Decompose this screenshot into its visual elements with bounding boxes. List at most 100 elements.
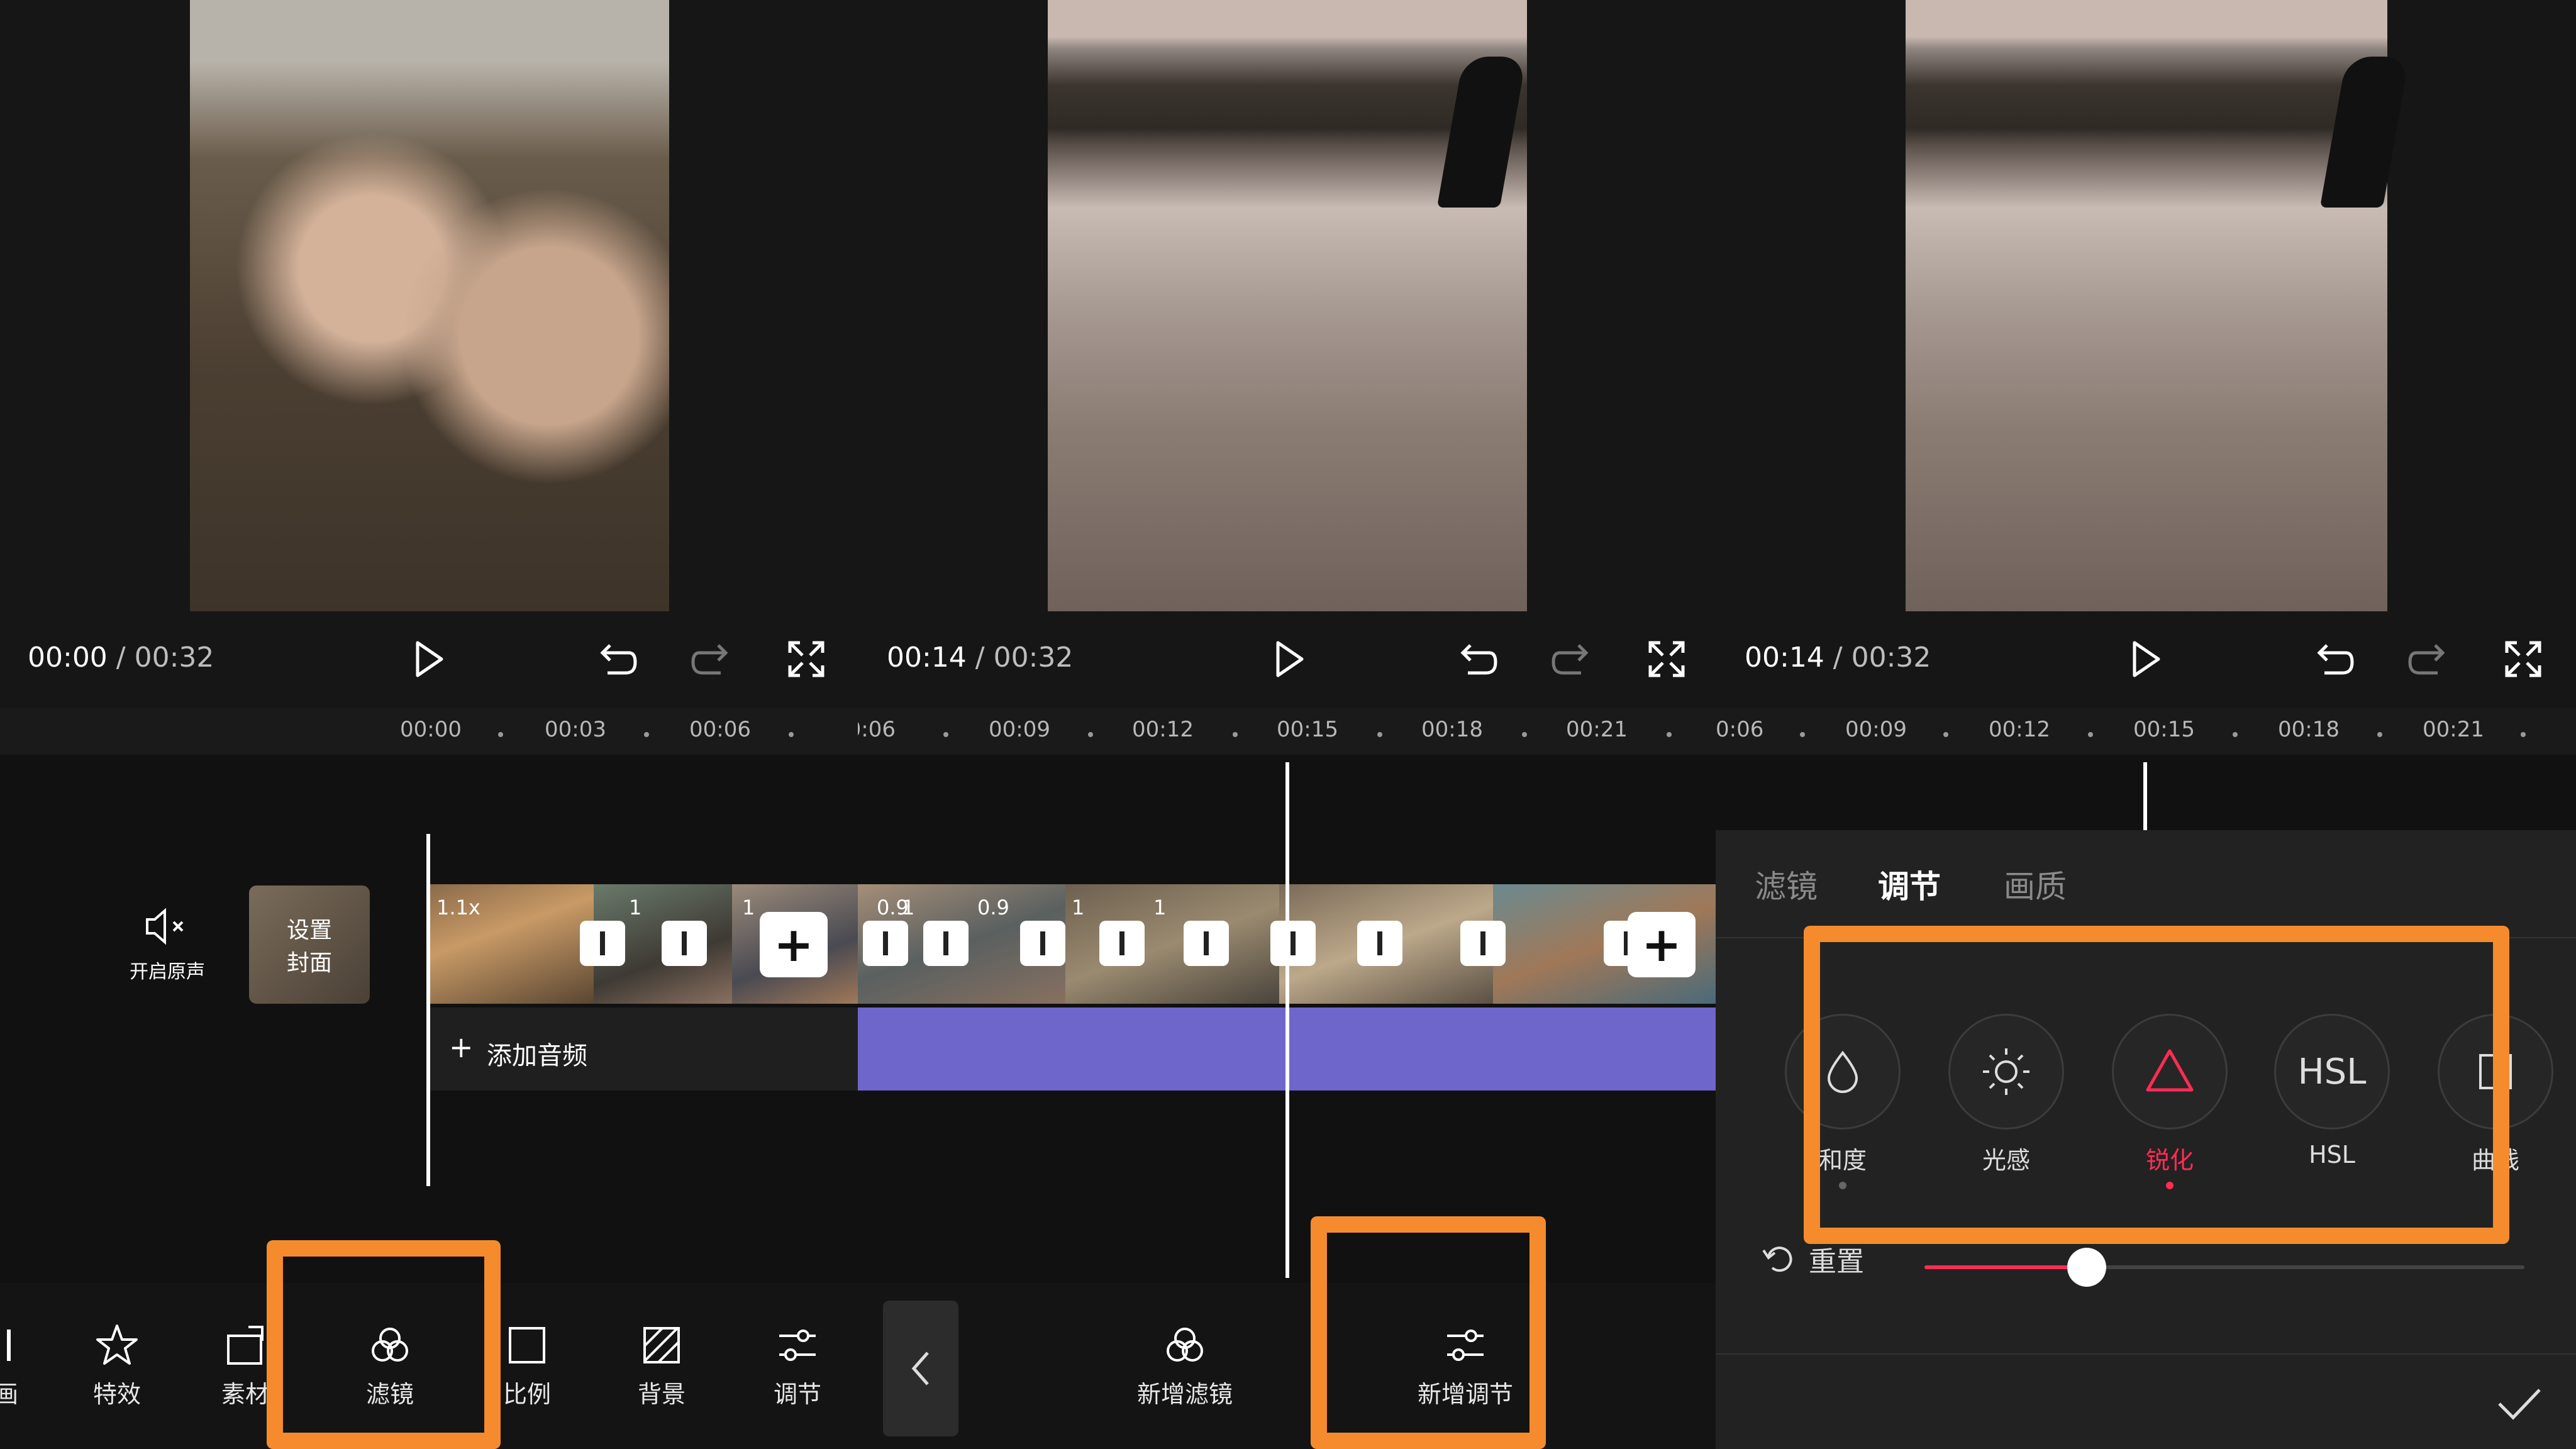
time-display: 00:14 / 00:32 xyxy=(1745,641,1931,674)
sticker-icon xyxy=(227,1326,264,1365)
confirm-button[interactable] xyxy=(2490,1375,2547,1434)
ruler-tick: 0:06 xyxy=(1716,717,1764,742)
tool-add-filter[interactable]: 新增滤镜 xyxy=(1097,1321,1273,1409)
ruler-tick: 00:21 xyxy=(2423,717,2484,742)
playback-controls: 00:14 / 00:32 xyxy=(858,629,1716,698)
redo-icon[interactable] xyxy=(1547,634,1597,684)
transition-marker[interactable] xyxy=(1020,921,1065,966)
ruler-tick: 00:12 xyxy=(1132,717,1194,742)
video-track[interactable]: 1.1x 1 1 + xyxy=(430,884,858,1004)
add-audio-label: 添加音频 xyxy=(487,1041,587,1070)
ruler-tick: 00:18 xyxy=(1421,717,1483,742)
ruler-tick: 00:06 xyxy=(689,717,751,742)
play-icon[interactable] xyxy=(402,634,453,684)
fullscreen-icon[interactable] xyxy=(781,634,831,684)
ruler-tick: 00:09 xyxy=(989,717,1050,742)
time-display: 00:00 / 00:32 xyxy=(28,641,214,674)
transition-marker[interactable] xyxy=(863,921,908,966)
video-preview[interactable] xyxy=(190,0,669,611)
speed-badge: 1 xyxy=(902,896,915,919)
video-preview[interactable] xyxy=(1906,0,2410,611)
ruler-tick: 00:12 xyxy=(1989,717,2050,742)
tool-adjust[interactable]: 调节 xyxy=(747,1321,848,1409)
play-icon[interactable] xyxy=(2119,634,2170,684)
reset-button[interactable]: 重置 xyxy=(1758,1239,1864,1279)
redo-icon[interactable] xyxy=(2404,634,2454,684)
time-current: 00:00 xyxy=(28,641,108,674)
tool-effects[interactable]: 特效 xyxy=(67,1321,167,1409)
time-ruler: 0:06 00:09 00:12 00:15 00:18 00:21 xyxy=(1716,708,2576,755)
speed-badge: 1 xyxy=(629,896,642,919)
time-current: 00:14 xyxy=(887,641,967,674)
time-separator: / xyxy=(1824,641,1852,674)
playback-controls: 00:14 / 00:32 xyxy=(1716,629,2576,698)
playhead[interactable] xyxy=(2143,762,2147,830)
reset-icon xyxy=(1762,1246,1792,1272)
ruler-tick: 00:06 xyxy=(858,717,896,742)
transition-marker[interactable] xyxy=(1184,921,1229,966)
time-ruler: 00:00 00:03 00:06 xyxy=(0,708,858,755)
fullscreen-icon[interactable] xyxy=(2498,634,2548,684)
star-icon xyxy=(96,1324,138,1365)
video-preview[interactable] xyxy=(1048,0,1527,611)
time-ruler: 00:06 00:09 00:12 00:15 00:18 00:21 xyxy=(858,708,1716,755)
play-icon[interactable] xyxy=(1263,634,1313,684)
time-total: 00:32 xyxy=(134,641,214,674)
transition-marker[interactable] xyxy=(923,921,969,966)
slider-fill xyxy=(1924,1265,2087,1269)
background-icon xyxy=(643,1327,680,1363)
time-current: 00:14 xyxy=(1745,641,1824,674)
back-button[interactable] xyxy=(883,1301,958,1436)
add-audio-track[interactable]: + 添加音频 xyxy=(430,1008,858,1091)
mute-toggle[interactable]: 开启原声 xyxy=(123,904,211,984)
time-display: 00:14 / 00:32 xyxy=(887,641,1073,674)
adjust-slider[interactable] xyxy=(1924,1248,2524,1287)
speaker-mute-icon xyxy=(146,908,184,945)
tab-filter[interactable]: 滤镜 xyxy=(1755,862,1818,907)
playhead[interactable] xyxy=(1285,762,1289,1278)
footer-divider xyxy=(1716,1353,2576,1355)
ratio-icon xyxy=(509,1327,545,1363)
chevron-left-icon xyxy=(911,1352,929,1385)
sliders-icon xyxy=(779,1330,816,1361)
transition-marker[interactable] xyxy=(1460,921,1506,966)
transition-marker[interactable] xyxy=(1270,921,1316,966)
undo-icon[interactable] xyxy=(591,634,641,684)
time-separator: / xyxy=(107,641,135,674)
ruler-tick: 00:09 xyxy=(1845,717,1907,742)
ruler-tick: 00:21 xyxy=(1566,717,1628,742)
time-total: 00:32 xyxy=(993,641,1074,674)
time-total: 00:32 xyxy=(1851,641,1931,674)
speed-badge: 1 xyxy=(742,896,755,919)
transition-marker[interactable] xyxy=(662,921,707,966)
add-clip-button[interactable]: + xyxy=(1628,912,1696,977)
undo-icon[interactable] xyxy=(1452,634,1502,684)
tool-background[interactable]: 背景 xyxy=(611,1321,712,1409)
playback-controls: 00:00 / 00:32 xyxy=(0,629,858,698)
tool-partial[interactable]: 画 xyxy=(0,1321,57,1409)
add-clip-button[interactable]: + xyxy=(760,912,828,977)
transition-marker[interactable] xyxy=(1099,921,1145,966)
redo-icon[interactable] xyxy=(687,634,737,684)
screen: 00:00 / 00:32 00:00 00:03 00:06 开启原声 设置 … xyxy=(0,0,2576,1449)
highlight-filter-box xyxy=(267,1240,501,1449)
cover-label-2: 封面 xyxy=(286,950,332,976)
highlight-add-adjust-box xyxy=(1311,1216,1546,1449)
checkmark-icon xyxy=(2498,1389,2541,1420)
speed-badge: 1.1x xyxy=(436,896,480,919)
slider-knob[interactable] xyxy=(2067,1248,2106,1287)
tab-quality[interactable]: 画质 xyxy=(2004,862,2067,907)
transition-marker[interactable] xyxy=(1357,921,1402,966)
ruler-tick: 00:15 xyxy=(1277,717,1338,742)
filter-icon xyxy=(1167,1328,1203,1362)
panel-1: 00:00 / 00:32 00:00 00:03 00:06 开启原声 设置 … xyxy=(0,0,858,1449)
fullscreen-icon[interactable] xyxy=(1641,634,1692,684)
transition-marker[interactable] xyxy=(580,921,625,966)
undo-icon[interactable] xyxy=(2308,634,2358,684)
set-cover-button[interactable]: 设置 封面 xyxy=(249,886,370,1004)
reset-label: 重置 xyxy=(1809,1246,1864,1278)
bottom-toolbar: 新增滤镜 新增调节 xyxy=(858,1283,1716,1449)
cover-label-1: 设置 xyxy=(286,918,332,943)
tab-adjust[interactable]: 调节 xyxy=(1878,862,1941,907)
ruler-tick: 00:00 xyxy=(400,717,462,742)
